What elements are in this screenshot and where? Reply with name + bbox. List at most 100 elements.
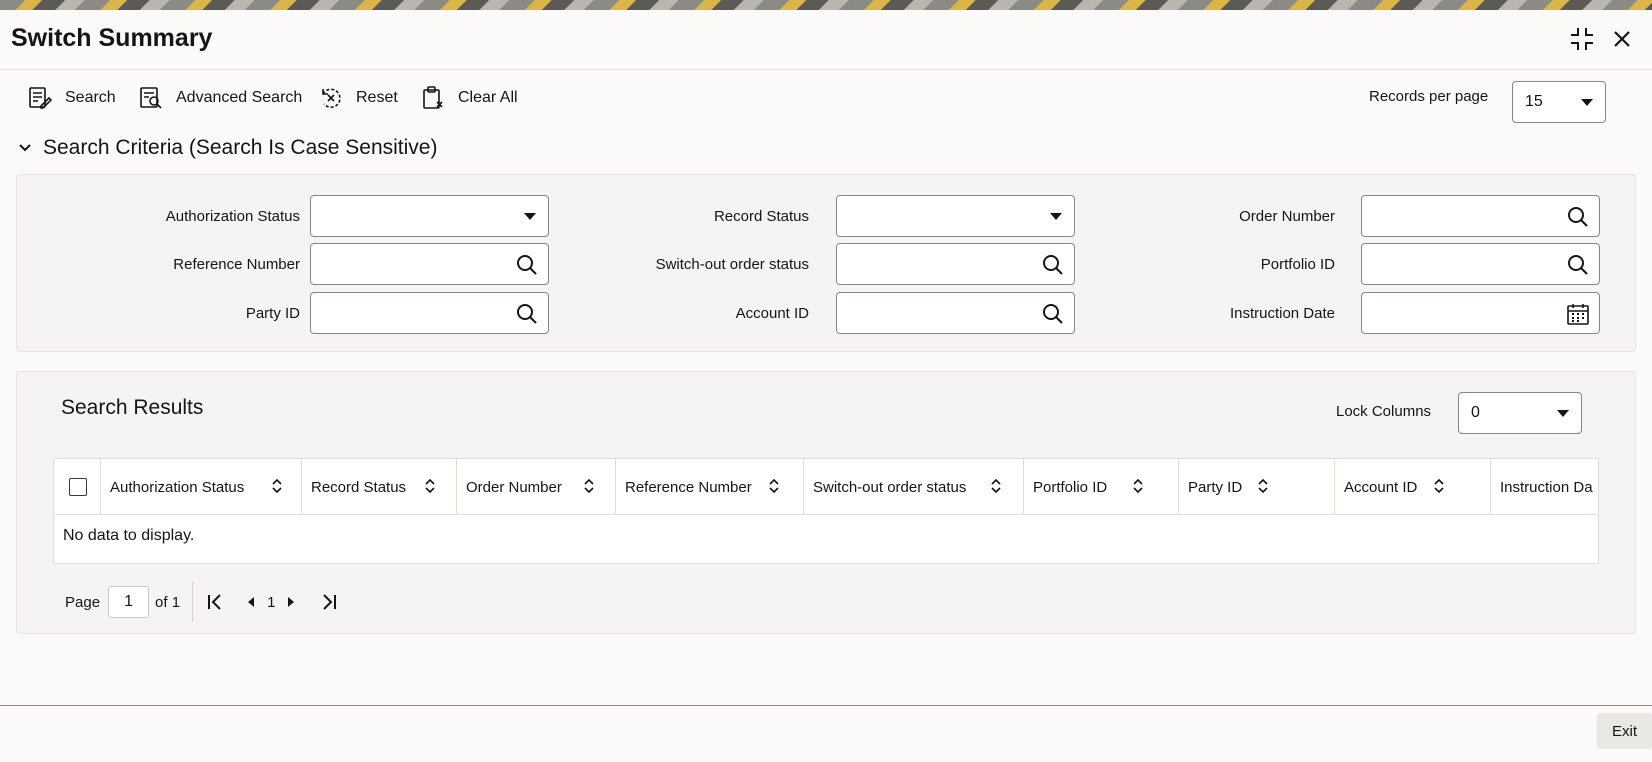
minimize-button[interactable]: [1567, 24, 1597, 54]
sort-icon[interactable]: [1433, 478, 1445, 494]
sort-icon[interactable]: [1257, 478, 1269, 494]
search-criteria-title: Search Criteria (Search Is Case Sensitiv…: [43, 136, 438, 159]
reference-number-input[interactable]: [310, 243, 549, 285]
results-table: Authorization Status Record Status Order…: [53, 458, 1599, 564]
column-header-label: Record Status: [311, 478, 407, 496]
search-icon[interactable]: [1041, 302, 1065, 326]
column-header-record-status[interactable]: Record Status: [302, 459, 457, 515]
search-results-title: Search Results: [61, 396, 204, 419]
column-header-authorization-status[interactable]: Authorization Status: [101, 459, 302, 515]
record-status-select[interactable]: [836, 195, 1075, 237]
search-icon[interactable]: [1566, 205, 1590, 229]
advanced-search-button[interactable]: Advanced Search: [138, 84, 302, 112]
authorization-status-select[interactable]: [310, 195, 549, 237]
column-header-party-id[interactable]: Party ID: [1179, 459, 1335, 515]
instruction-date-input[interactable]: [1361, 292, 1600, 334]
empty-message: No data to display.: [63, 527, 195, 544]
portfolio-id-input[interactable]: [1361, 243, 1600, 285]
toolbar: Search Advanced Search Reset Clear All R…: [0, 72, 1652, 124]
column-header-label: Account ID: [1344, 478, 1418, 496]
chevron-down-icon: [1557, 410, 1569, 417]
exit-button[interactable]: Exit: [1597, 713, 1652, 749]
column-header-instruction-date[interactable]: Instruction Da: [1491, 459, 1598, 515]
sort-icon[interactable]: [583, 478, 595, 494]
search-criteria-panel: Authorization Status Record Status Order…: [16, 174, 1636, 352]
search-button[interactable]: Search: [27, 84, 116, 112]
account-id-label: Account ID: [735, 305, 809, 322]
close-icon: [1614, 31, 1630, 47]
header-banner: [0, 0, 1652, 10]
authorization-status-label: Authorization Status: [165, 208, 300, 225]
switch-out-order-status-input[interactable]: [836, 243, 1075, 285]
sort-icon[interactable]: [424, 478, 436, 494]
advanced-search-icon: [140, 87, 162, 109]
collapse-icon: [1571, 28, 1593, 50]
clipboard-clear-icon: [423, 86, 443, 109]
lock-columns-select[interactable]: 0: [1458, 392, 1582, 434]
chevron-down-icon: [19, 144, 31, 152]
calendar-icon[interactable]: [1566, 302, 1590, 326]
party-id-label: Party ID: [245, 305, 300, 322]
sort-icon[interactable]: [768, 478, 780, 494]
column-header-label: Portfolio ID: [1033, 478, 1108, 496]
pagination: Page 1 of 1 1: [53, 582, 339, 622]
title-bar: Switch Summary: [0, 10, 1652, 70]
column-header-reference-number[interactable]: Reference Number: [616, 459, 804, 515]
reset-icon: [322, 88, 341, 109]
current-page-number[interactable]: 1: [267, 594, 275, 611]
footer-divider: [0, 705, 1652, 706]
records-per-page-label: Records per page: [1369, 88, 1489, 105]
page-title: Switch Summary: [11, 24, 213, 52]
column-header-label: Party ID: [1188, 478, 1243, 496]
select-all-cell: [54, 459, 101, 515]
clear-all-label: Clear All: [458, 89, 518, 106]
order-number-input[interactable]: [1361, 195, 1600, 237]
page-label: Page: [65, 593, 101, 611]
last-page-icon[interactable]: [319, 592, 339, 612]
column-header-label: Order Number: [466, 478, 562, 496]
lock-columns-value: 0: [1471, 404, 1480, 421]
sort-icon[interactable]: [1132, 478, 1144, 494]
column-header-label: Reference Number: [625, 478, 752, 496]
switch-out-order-status-label: Switch-out order status: [655, 256, 809, 273]
record-status-label: Record Status: [713, 208, 809, 225]
chevron-down-icon: [1581, 99, 1593, 106]
sort-icon[interactable]: [271, 478, 283, 494]
previous-page-icon[interactable]: [241, 592, 261, 612]
column-header-label: Instruction Da: [1500, 478, 1593, 496]
next-page-icon[interactable]: [281, 592, 301, 612]
instruction-date-label: Instruction Date: [1229, 305, 1335, 322]
search-icon[interactable]: [1041, 253, 1065, 277]
first-page-icon[interactable]: [205, 592, 225, 612]
column-header-label: Switch-out order status: [813, 478, 967, 496]
lock-columns-label: Lock Columns: [1336, 403, 1432, 420]
advanced-search-label: Advanced Search: [176, 89, 303, 106]
pager-divider: [192, 582, 194, 622]
column-header-account-id[interactable]: Account ID: [1335, 459, 1491, 515]
page-count-label: of 1: [155, 593, 181, 611]
search-criteria-toggle[interactable]: Search Criteria (Search Is Case Sensitiv…: [17, 136, 437, 160]
chevron-down-icon: [524, 213, 536, 220]
search-icon[interactable]: [515, 302, 539, 326]
account-id-input[interactable]: [836, 292, 1075, 334]
reference-number-label: Reference Number: [173, 256, 300, 273]
search-icon[interactable]: [1566, 253, 1590, 277]
order-number-label: Order Number: [1239, 208, 1335, 225]
records-per-page-select[interactable]: 15: [1512, 81, 1606, 123]
close-button[interactable]: [1607, 24, 1637, 54]
page-number-input[interactable]: 1: [108, 586, 150, 618]
column-header-label: Authorization Status: [110, 478, 245, 496]
reset-button[interactable]: Reset: [318, 84, 398, 112]
search-icon[interactable]: [515, 253, 539, 277]
column-header-portfolio-id[interactable]: Portfolio ID: [1024, 459, 1179, 515]
chevron-down-icon: [1050, 213, 1062, 220]
select-all-checkbox[interactable]: [69, 478, 87, 496]
search-form-icon: [29, 87, 53, 109]
clear-all-button[interactable]: Clear All: [420, 84, 518, 112]
party-id-input[interactable]: [310, 292, 549, 334]
reset-label: Reset: [356, 89, 398, 106]
column-header-order-number[interactable]: Order Number: [457, 459, 616, 515]
sort-icon[interactable]: [990, 478, 1002, 494]
portfolio-id-label: Portfolio ID: [1260, 256, 1335, 273]
column-header-switch-out-order-status[interactable]: Switch-out order status: [804, 459, 1024, 515]
